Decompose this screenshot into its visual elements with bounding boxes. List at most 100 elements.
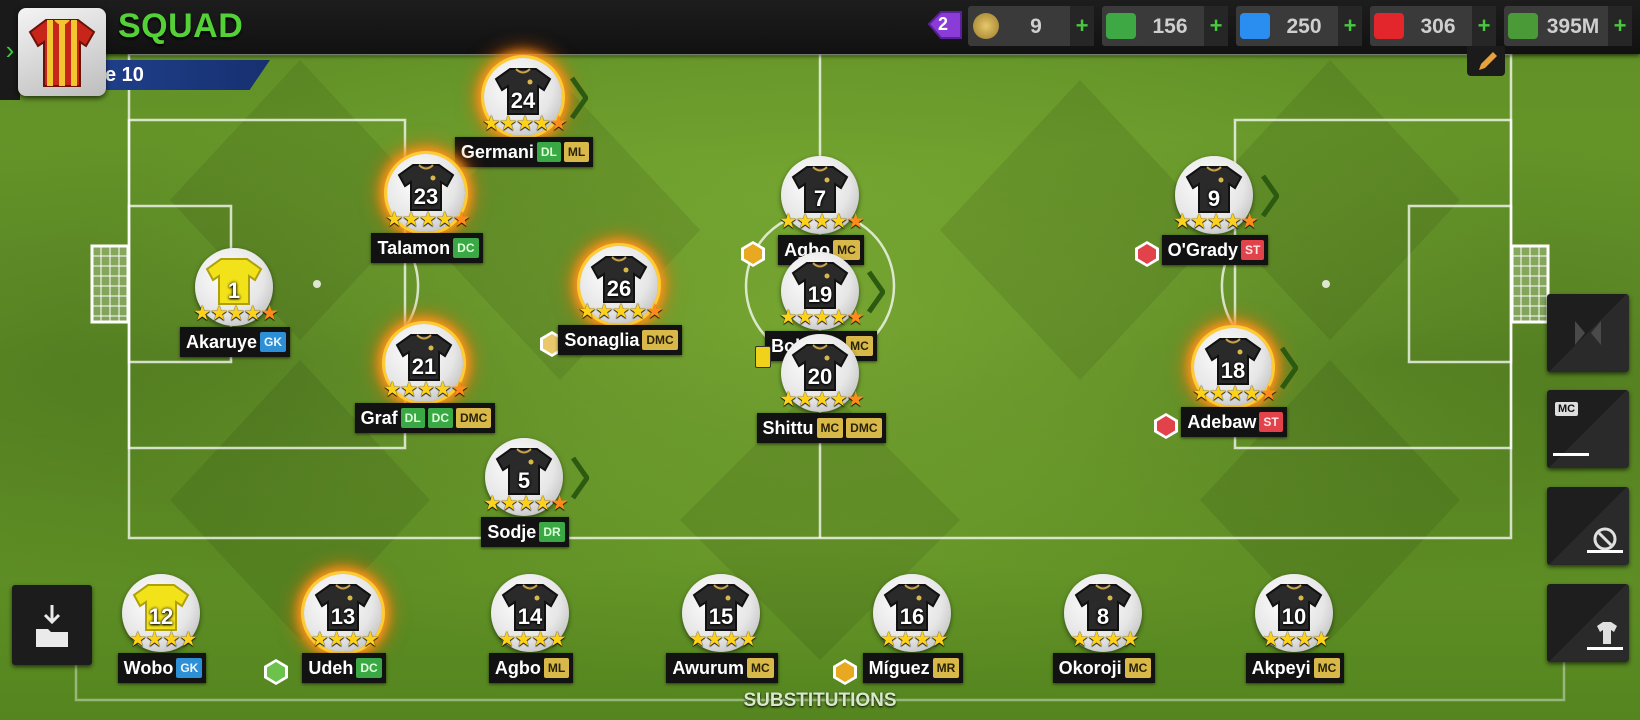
star-rating: ★★★★ bbox=[280, 628, 408, 652]
player-card[interactable]: 21 ★★★★★ Graf DL DC DMC bbox=[345, 324, 505, 444]
star-rating: ★★★★★ bbox=[363, 208, 491, 232]
player-name: Akpeyi bbox=[1251, 658, 1311, 678]
level-bar: e 10 bbox=[100, 60, 270, 90]
substitute-card[interactable]: 10 ★★★★ Akpeyi MC bbox=[1215, 574, 1375, 694]
level-text: e 10 bbox=[105, 64, 144, 86]
star-icon: ★ bbox=[778, 388, 798, 411]
star-icon: ★ bbox=[896, 628, 915, 651]
star-icon: ★ bbox=[547, 628, 567, 651]
star-rating: ★★★★ bbox=[1231, 628, 1359, 652]
player-card[interactable]: 18 ★★★★★ Adebaw ST bbox=[1154, 328, 1314, 448]
star-icon: ★ bbox=[416, 378, 436, 401]
edit-pencil-button[interactable] bbox=[1467, 46, 1505, 76]
star-icon: ★ bbox=[226, 302, 246, 325]
position-badge: ST bbox=[1240, 240, 1265, 260]
left-goal bbox=[90, 244, 130, 324]
defend-shield-button[interactable] bbox=[1547, 487, 1629, 565]
star-icon: ★ bbox=[722, 628, 741, 651]
player-name: Míguez bbox=[868, 658, 930, 678]
star-icon: ★ bbox=[1311, 628, 1331, 651]
star-icon: ★ bbox=[1295, 628, 1314, 651]
lightning-icon bbox=[1240, 13, 1270, 39]
player-number: 14 bbox=[517, 604, 543, 629]
tactic-mc-button[interactable]: MC bbox=[1547, 390, 1629, 468]
half-star-icon: ★ bbox=[846, 306, 865, 329]
star-icon: ★ bbox=[435, 208, 454, 231]
star-icon: ★ bbox=[1172, 210, 1192, 233]
player-card[interactable]: 9 ★★★★★ O'Grady ST bbox=[1135, 156, 1295, 276]
currency-value: 306 bbox=[1420, 15, 1456, 38]
token-icon bbox=[973, 13, 999, 39]
star-icon: ★ bbox=[1191, 382, 1211, 405]
star-icon: ★ bbox=[162, 628, 181, 651]
substitute-card[interactable]: 15 ★★★★ Awurum MC bbox=[642, 574, 802, 694]
mc-label: MC bbox=[1555, 402, 1579, 416]
player-name-bar: O'Grady ST bbox=[1135, 235, 1295, 265]
player-name: Agbo bbox=[494, 658, 541, 678]
player-number: 1 bbox=[227, 278, 241, 303]
half-star-icon: ★ bbox=[846, 388, 865, 411]
expand-menu-chevron-icon[interactable]: › bbox=[0, 0, 20, 100]
add-energy-button[interactable]: + bbox=[1338, 6, 1362, 46]
player-card[interactable]: 20 ★★★★★ Shittu MC DMC bbox=[741, 334, 901, 454]
star-rating: ★★★★ bbox=[467, 628, 595, 652]
player-card[interactable]: 23 ★★★★★ Talamon DC bbox=[347, 154, 507, 274]
star-icon: ★ bbox=[532, 112, 551, 135]
currency-value: 9 bbox=[1030, 15, 1042, 38]
star-icon: ★ bbox=[514, 628, 533, 651]
save-formation-button[interactable] bbox=[12, 585, 92, 665]
star-icon: ★ bbox=[829, 306, 848, 329]
substitute-card[interactable]: 16 ★★★★ Míguez MR bbox=[833, 574, 993, 694]
position-badge: ST bbox=[1259, 412, 1283, 432]
folder-download-icon bbox=[36, 605, 68, 647]
star-rating: ★★★★★ bbox=[460, 112, 588, 136]
add-health-button[interactable]: + bbox=[1472, 6, 1496, 46]
substitute-card[interactable]: 14 ★★★★ Agbo ML bbox=[451, 574, 611, 694]
add-cash-button[interactable]: + bbox=[1204, 6, 1228, 46]
star-icon: ★ bbox=[482, 492, 502, 515]
player-card[interactable]: 5 ★★★★★ Sodje DR bbox=[445, 438, 605, 558]
add-tokens-button[interactable]: + bbox=[1070, 6, 1094, 46]
player-card[interactable]: 1 ★★★★★ Akaruye GK bbox=[155, 248, 315, 368]
star-icon: ★ bbox=[399, 378, 419, 401]
player-number: 18 bbox=[1220, 358, 1246, 383]
player-name: Udeh bbox=[308, 658, 354, 678]
star-rating: ★★★★★ bbox=[757, 388, 885, 412]
player-name-bar: Akaruye GK bbox=[155, 327, 315, 357]
swap-sides-button[interactable] bbox=[1547, 294, 1629, 372]
star-icon: ★ bbox=[344, 628, 363, 651]
cash-icon bbox=[1106, 13, 1136, 39]
player-number: 20 bbox=[807, 364, 833, 389]
notification-tag[interactable]: 2 bbox=[927, 10, 963, 40]
star-icon: ★ bbox=[128, 628, 147, 651]
substitute-card[interactable]: 13 ★★★★ Udeh DC bbox=[264, 574, 424, 694]
substitute-card[interactable]: 8 ★★★★ Okoroji MC bbox=[1024, 574, 1184, 694]
player-name-bar: Udeh DC bbox=[264, 653, 424, 683]
substitute-card[interactable]: 12 ★★★★ Wobo GK bbox=[82, 574, 242, 694]
position-badge: MC bbox=[1124, 658, 1152, 678]
half-star-icon: ★ bbox=[550, 492, 569, 515]
star-icon: ★ bbox=[795, 210, 815, 233]
half-star-icon: ★ bbox=[260, 302, 279, 325]
player-name-bar: Akpeyi MC bbox=[1215, 653, 1375, 683]
position-badge: DMC bbox=[846, 418, 882, 438]
player-number: 15 bbox=[708, 604, 734, 629]
player-name: Adebaw bbox=[1187, 412, 1257, 432]
player-name: Sonaglia bbox=[564, 330, 640, 350]
half-star-icon: ★ bbox=[645, 300, 664, 323]
player-name: O'Grady bbox=[1167, 240, 1238, 260]
currency-tokens: 9 + bbox=[968, 6, 1094, 46]
position-badge: DC bbox=[427, 408, 454, 428]
position-badge: DL bbox=[400, 408, 425, 428]
club-kit-badge[interactable] bbox=[18, 8, 106, 96]
page-title: SQUAD bbox=[118, 7, 244, 45]
half-star-icon: ★ bbox=[452, 208, 471, 231]
star-icon: ★ bbox=[1189, 210, 1209, 233]
player-card[interactable]: 26 ★★★★★ Sonaglia DMC bbox=[540, 246, 700, 366]
add-money-button[interactable]: + bbox=[1608, 6, 1632, 46]
star-icon: ★ bbox=[778, 306, 798, 329]
star-icon: ★ bbox=[360, 628, 380, 651]
kit-shirt-button[interactable] bbox=[1547, 584, 1629, 662]
position-badge: DR bbox=[539, 522, 565, 542]
position-badge: DMC bbox=[642, 330, 678, 350]
